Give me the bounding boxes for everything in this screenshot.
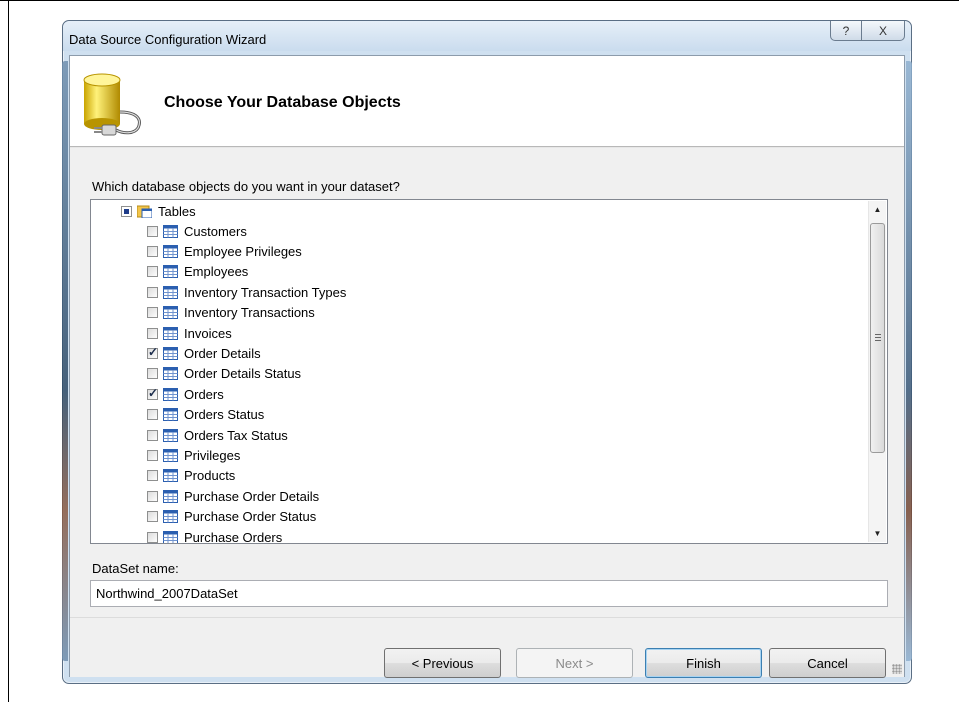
header-separator [70, 146, 904, 148]
tree-item[interactable]: Privileges [147, 445, 240, 465]
table-name-label: Employees [184, 264, 249, 280]
table-icon [163, 428, 178, 442]
help-button[interactable]: ? [830, 21, 862, 41]
table-name-label: Inventory Transactions [184, 305, 315, 321]
table-icon [163, 510, 178, 524]
tables-folder-icon [137, 205, 152, 218]
dataset-name-input[interactable] [90, 580, 888, 607]
table-icon [163, 530, 178, 543]
table-name-label: Orders Status [184, 407, 265, 423]
tree-item[interactable]: Purchase Orders [147, 527, 283, 544]
table-icon [163, 448, 178, 462]
dataset-name-label: DataSet name: [92, 561, 179, 576]
title-bar[interactable]: Data Source Configuration Wizard ? X [63, 21, 911, 51]
tree-vertical-scrollbar[interactable]: ▲ ▼ [868, 201, 886, 542]
table-name-label: Purchase Order Status [184, 509, 317, 525]
table-icon [163, 489, 178, 503]
table-checkbox[interactable] [147, 511, 158, 523]
wizard-dialog: Data Source Configuration Wizard ? X Cho… [62, 20, 912, 684]
table-name-label: Order Details Status [184, 366, 302, 382]
table-checkbox[interactable] [147, 409, 158, 421]
table-checkbox[interactable] [147, 386, 158, 400]
page-left-rule [8, 0, 9, 702]
table-checkbox[interactable] [147, 327, 158, 339]
table-name-label: Employee Privileges [184, 243, 302, 259]
table-checkbox[interactable] [147, 286, 158, 298]
table-checkbox[interactable] [147, 470, 158, 482]
table-checkbox[interactable] [147, 307, 158, 319]
scroll-down-arrow-icon[interactable]: ▼ [869, 525, 886, 542]
tables-label: Tables [158, 203, 196, 219]
tree-item[interactable]: Order Details Status [147, 364, 301, 384]
table-icon [163, 265, 178, 279]
table-checkbox[interactable] [147, 266, 158, 278]
database-objects-tree[interactable]: Tables Customers Employee Privileges Emplo… [90, 199, 888, 544]
dialog-client-area: Choose Your Database Objects Which datab… [69, 55, 905, 678]
window-title: Data Source Configuration Wizard [69, 32, 267, 47]
table-name-label: Orders [184, 386, 224, 402]
table-name-label: Products [184, 468, 236, 484]
table-checkbox[interactable] [147, 429, 158, 441]
page-top-rule [0, 0, 959, 1]
table-name-label: Customers [184, 223, 247, 239]
tables-checkbox[interactable] [121, 205, 132, 217]
table-checkbox[interactable] [147, 225, 158, 237]
previous-button[interactable]: < Previous [384, 648, 501, 678]
table-checkbox[interactable] [147, 245, 158, 257]
tree-item[interactable]: Inventory Transaction Types [147, 282, 346, 302]
table-checkbox[interactable] [147, 345, 158, 359]
table-icon [163, 285, 178, 299]
table-icon [163, 306, 178, 320]
caption-buttons: ? X [830, 21, 905, 41]
table-icon [163, 469, 178, 483]
help-icon: ? [842, 23, 850, 38]
table-checkbox[interactable] [147, 490, 158, 502]
table-checkbox[interactable] [147, 368, 158, 380]
tree-item[interactable]: Products [147, 466, 235, 486]
tree-item[interactable]: Orders [147, 384, 224, 404]
tree-item[interactable]: Purchase Order Details [147, 486, 319, 506]
tree-root-tables[interactable]: Tables [121, 201, 196, 221]
close-icon: X [878, 23, 887, 38]
scroll-thumb[interactable] [870, 223, 885, 453]
wizard-header: Choose Your Database Objects [70, 56, 904, 146]
table-name-label: Privileges [184, 447, 241, 463]
window-frame-left [62, 61, 68, 661]
tree-item[interactable]: Employee Privileges [147, 241, 302, 261]
objects-question-label: Which database objects do you want in yo… [92, 179, 400, 194]
tree-item[interactable]: Employees [147, 262, 248, 282]
scroll-up-arrow-icon[interactable]: ▲ [869, 201, 886, 218]
table-name-label: Orders Tax Status [184, 427, 288, 443]
table-checkbox[interactable] [147, 449, 158, 461]
resize-grip-icon[interactable] [892, 664, 902, 674]
table-checkbox[interactable] [147, 531, 158, 543]
table-name-label: Invoices [184, 325, 232, 341]
tree-item[interactable]: Invoices [147, 323, 232, 343]
tree-item[interactable]: Order Details [147, 343, 261, 363]
tree-item[interactable]: Customers [147, 221, 247, 241]
table-icon [163, 326, 178, 340]
table-icon [163, 408, 178, 422]
table-name-label: Order Details [184, 345, 261, 361]
window-frame-right [906, 61, 912, 661]
close-button[interactable]: X [862, 21, 905, 41]
cancel-button[interactable]: Cancel [769, 648, 886, 678]
table-name-label: Purchase Order Details [184, 488, 320, 504]
table-icon [163, 224, 178, 238]
next-button[interactable]: Next > [516, 648, 633, 678]
finish-button[interactable]: Finish [645, 648, 762, 678]
tree-item[interactable]: Orders Status [147, 405, 264, 425]
scroll-grip-icon [875, 334, 881, 341]
table-icon [163, 244, 178, 258]
table-icon [163, 387, 178, 401]
table-icon [163, 367, 178, 381]
table-name-label: Purchase Orders [184, 529, 283, 544]
table-name-label: Inventory Transaction Types [184, 284, 347, 300]
tree-item[interactable]: Purchase Order Status [147, 507, 316, 527]
table-icon [163, 346, 178, 360]
tree-item[interactable]: Inventory Transactions [147, 303, 315, 323]
tree-item[interactable]: Orders Tax Status [147, 425, 288, 445]
page-title: Choose Your Database Objects [164, 94, 401, 111]
database-connect-icon [83, 73, 141, 136]
